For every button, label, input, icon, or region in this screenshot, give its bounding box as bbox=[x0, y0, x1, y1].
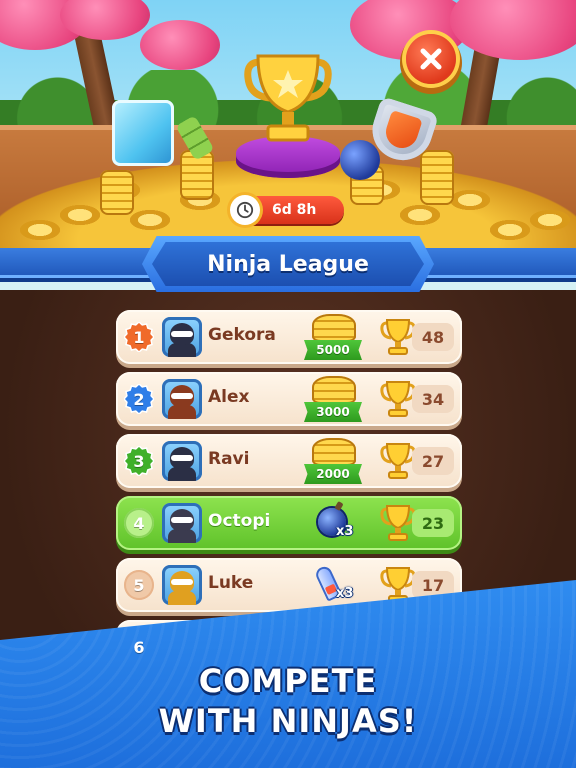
trophy-icon bbox=[380, 443, 416, 479]
reward-multiplier: x3 bbox=[336, 524, 354, 539]
cherry-blossom bbox=[140, 20, 220, 70]
reward-amount: 3000 bbox=[316, 405, 350, 419]
coin-reward: 5000 bbox=[304, 314, 362, 360]
rank-number: 4 bbox=[133, 513, 145, 533]
leaderboard-row[interactable]: 4 Octopi x3 23 bbox=[116, 496, 462, 550]
close-button[interactable] bbox=[406, 34, 456, 84]
rank-badge: 4 bbox=[124, 508, 154, 538]
reward-amount: 2000 bbox=[316, 467, 350, 481]
close-icon bbox=[420, 48, 442, 70]
trophy-icon bbox=[380, 505, 416, 541]
coins-icon bbox=[312, 376, 356, 404]
trophy-icon bbox=[380, 319, 416, 355]
trophy-score: 48 bbox=[412, 323, 454, 351]
rank-badge: 5 bbox=[124, 570, 154, 600]
coins-icon bbox=[312, 314, 356, 342]
clock-icon bbox=[230, 195, 260, 225]
ninja-avatar bbox=[162, 565, 202, 605]
leaderboard-row[interactable]: 3 Ravi 2000 27 bbox=[116, 434, 462, 488]
ninja-avatar bbox=[162, 441, 202, 481]
ninja-avatar bbox=[162, 503, 202, 543]
leaderboard-row[interactable]: 1 Gekora 5000 48 bbox=[116, 310, 462, 364]
coin-stack bbox=[420, 150, 454, 205]
trophy-icon bbox=[380, 381, 416, 417]
league-title: Ninja League bbox=[207, 251, 369, 277]
trophy-score: 34 bbox=[412, 385, 454, 413]
coin-stack bbox=[100, 170, 134, 215]
bomb-reward: x3 bbox=[316, 504, 362, 544]
player-name: Gekora bbox=[208, 325, 276, 345]
coins-icon bbox=[312, 438, 356, 466]
trophy-score: 23 bbox=[412, 509, 454, 537]
rank-number: 3 bbox=[133, 451, 145, 471]
rank-number: 6 bbox=[133, 637, 145, 657]
reward-amount: 5000 bbox=[316, 343, 350, 357]
player-name: Ravi bbox=[208, 449, 250, 469]
player-name: Alex bbox=[208, 387, 250, 407]
coin-reward: 3000 bbox=[304, 376, 362, 422]
promo-subheadline: WITH NINJAS! bbox=[158, 702, 418, 740]
ninja-avatar bbox=[162, 317, 202, 357]
rank-number: 2 bbox=[133, 389, 145, 409]
player-name: Octopi bbox=[208, 511, 271, 531]
promo-headline: COMPETE bbox=[198, 662, 378, 700]
ice-cube-icon bbox=[112, 100, 174, 166]
bomb-icon bbox=[340, 140, 380, 180]
cherry-blossom bbox=[450, 0, 576, 60]
league-banner: Ninja League bbox=[152, 242, 424, 286]
rank-number: 1 bbox=[133, 327, 145, 347]
leaderboard-row[interactable]: 2 Alex 3000 34 bbox=[116, 372, 462, 426]
reward-multiplier: x3 bbox=[336, 586, 354, 601]
trophy-score: 27 bbox=[412, 447, 454, 475]
coin-reward: 2000 bbox=[304, 438, 362, 484]
gold-trophy-icon bbox=[244, 54, 332, 142]
ninja-avatar bbox=[162, 379, 202, 419]
rank-badge: 2 bbox=[124, 384, 154, 414]
rank-badge: 3 bbox=[124, 446, 154, 476]
timer-text: 6d 8h bbox=[272, 202, 317, 218]
league-timer: 6d 8h bbox=[230, 195, 344, 225]
player-name: Luke bbox=[208, 573, 254, 593]
rank-number: 5 bbox=[133, 575, 145, 595]
rank-badge: 1 bbox=[124, 322, 154, 352]
rocket-reward: x3 bbox=[313, 564, 362, 606]
